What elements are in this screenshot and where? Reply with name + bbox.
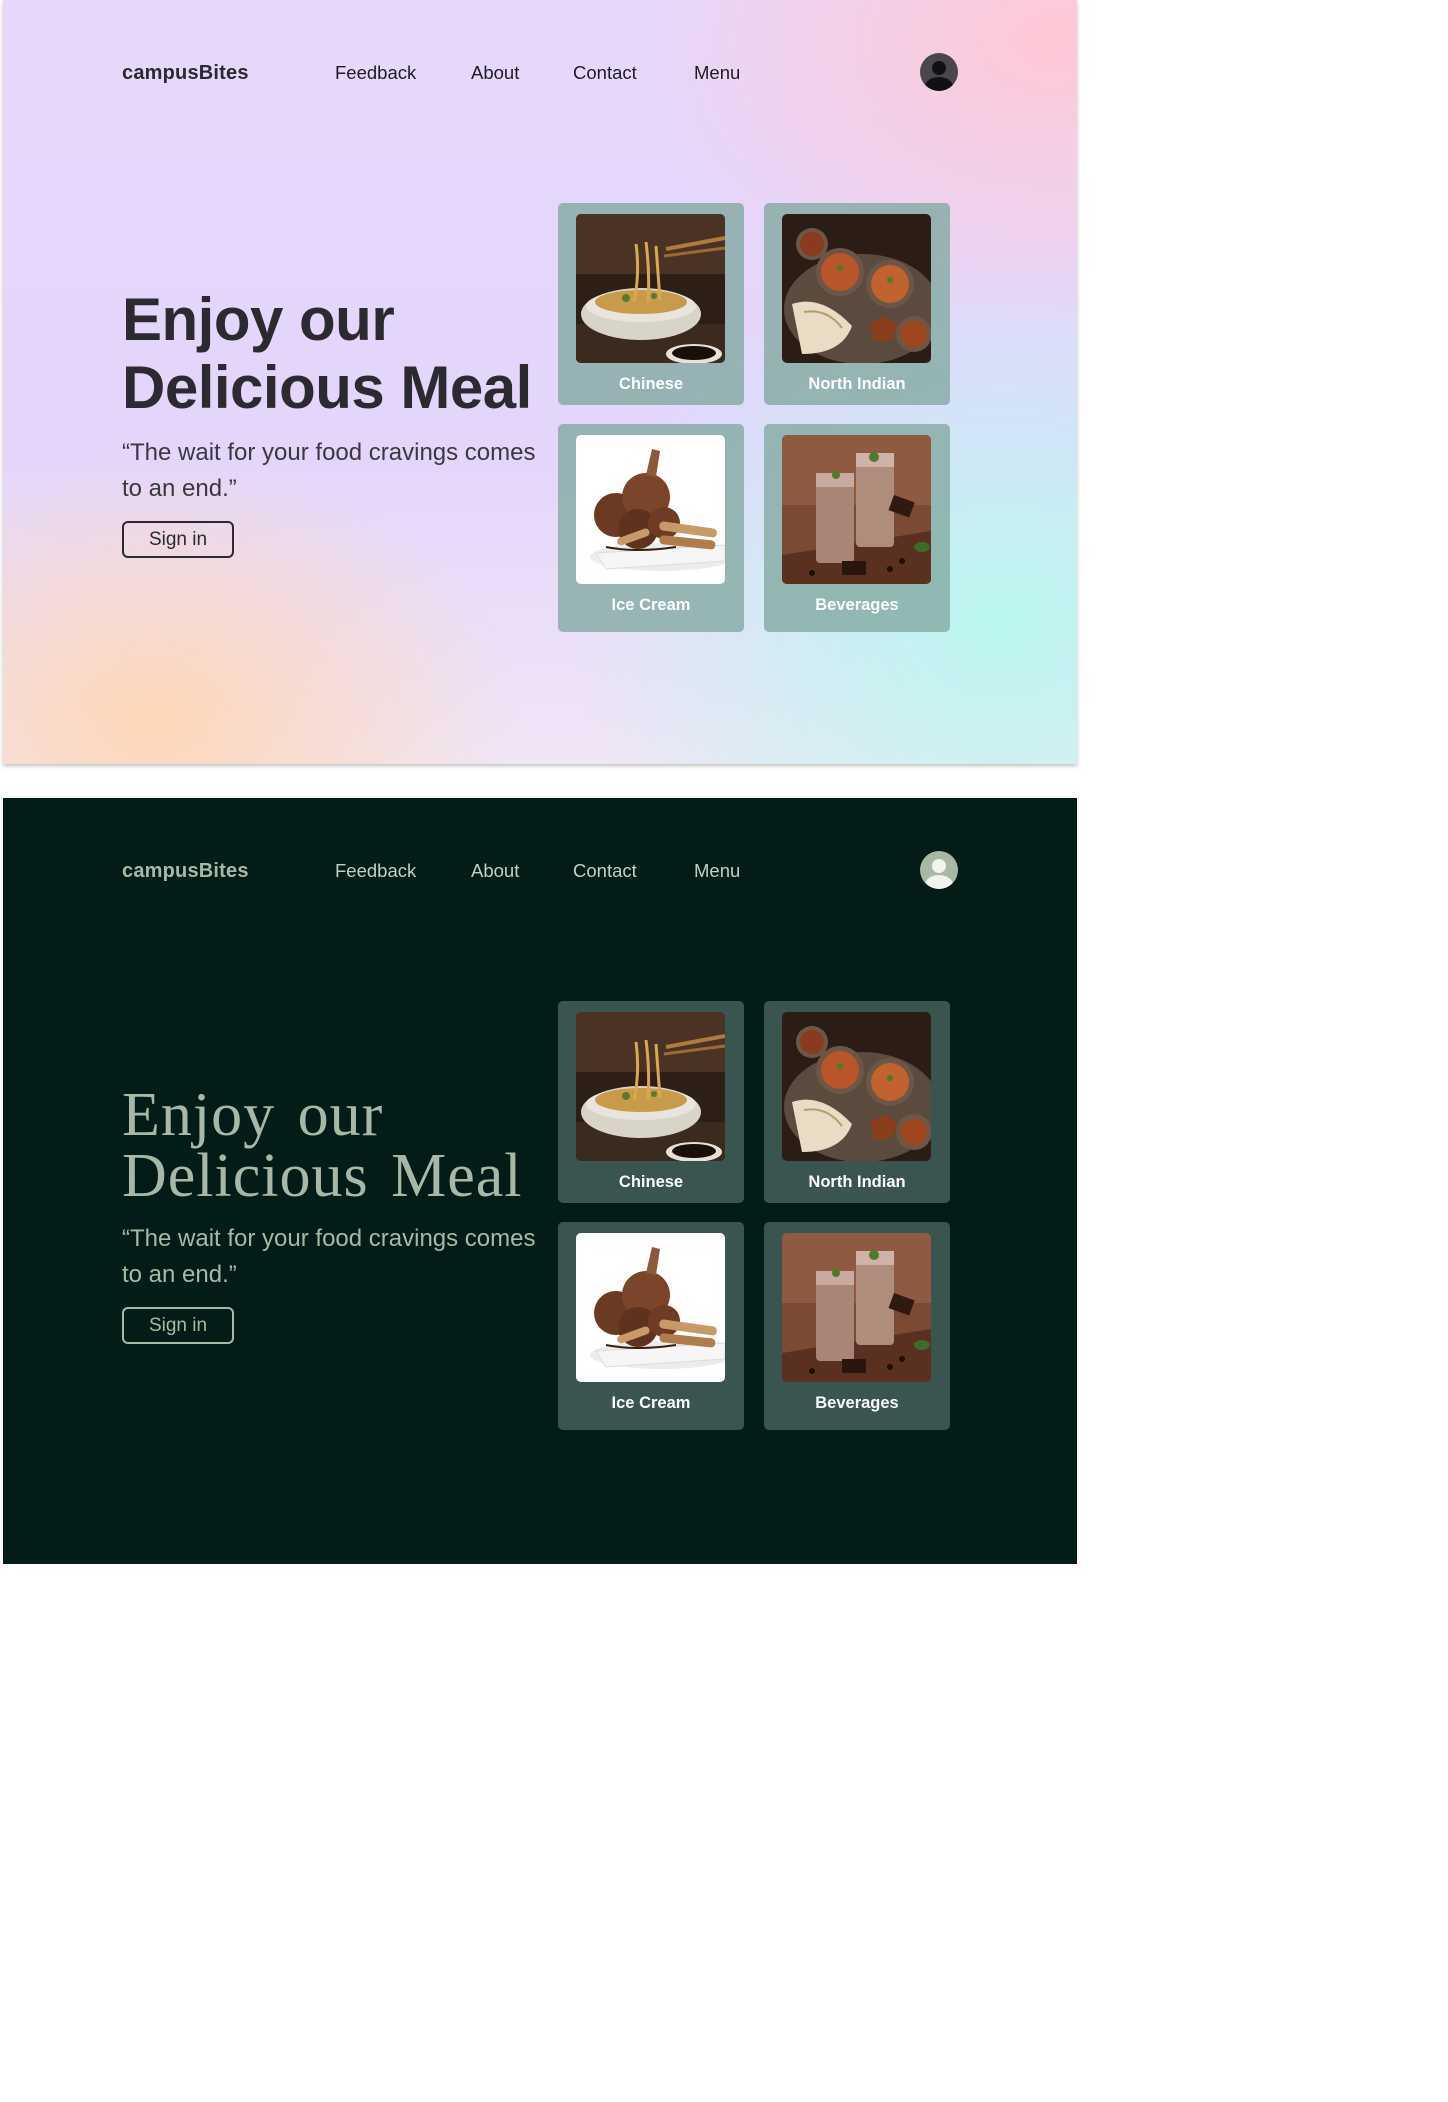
user-avatar-icon[interactable] (920, 851, 958, 889)
category-card-chinese[interactable]: Chinese (558, 1001, 744, 1203)
user-avatar-icon[interactable] (920, 53, 958, 91)
ice-cream-image (576, 1233, 725, 1382)
hero-title-line2: Delicious Meal (122, 354, 532, 421)
curry-image (782, 1012, 931, 1161)
category-card-north-indian[interactable]: North Indian (764, 203, 950, 405)
light-theme-screen: campusBites Feedback About Contact Menu … (3, 0, 1077, 764)
beverages-image (782, 435, 931, 584)
hero-title-line1: Enjoy our (122, 1081, 384, 1149)
category-label: Chinese (618, 1173, 684, 1191)
category-card-beverages[interactable]: Beverages (764, 1222, 950, 1430)
hero-tagline: “The wait for your food cravings comes t… (122, 439, 536, 502)
nav-menu[interactable]: Menu (694, 860, 740, 882)
category-card-chinese[interactable]: Chinese (558, 203, 744, 405)
category-card-ice-cream[interactable]: Ice Cream (558, 1222, 744, 1430)
category-label: North Indian (808, 375, 906, 393)
hero-tagline: “The wait for your food cravings comes t… (122, 1225, 536, 1288)
brand-logo[interactable]: campusBites (122, 860, 249, 883)
category-label: Ice Cream (611, 1394, 691, 1412)
nav-about[interactable]: About (471, 860, 519, 882)
category-card-ice-cream[interactable]: Ice Cream (558, 424, 744, 632)
ice-cream-image (576, 435, 725, 584)
hero-title: Enjoy our Delicious Meal (122, 1081, 523, 1210)
noodles-image (576, 214, 725, 363)
nav-feedback[interactable]: Feedback (335, 860, 416, 882)
dark-theme-screen: campusBites Feedback About Contact Menu … (3, 798, 1077, 1564)
curry-image (782, 214, 931, 363)
nav-feedback[interactable]: Feedback (335, 62, 416, 84)
nav-contact[interactable]: Contact (573, 62, 637, 84)
category-label: North Indian (808, 1173, 906, 1191)
nav-menu[interactable]: Menu (694, 62, 740, 84)
hero-title-line2: Delicious Meal (122, 1142, 523, 1210)
sign-in-button[interactable]: Sign in (122, 1307, 234, 1344)
noodles-image (576, 1012, 725, 1161)
category-card-north-indian[interactable]: North Indian (764, 1001, 950, 1203)
beverages-image (782, 1233, 931, 1382)
category-label: Beverages (815, 1394, 899, 1412)
category-card-beverages[interactable]: Beverages (764, 424, 950, 632)
brand-logo[interactable]: campusBites (122, 62, 249, 85)
hero-title: Enjoy our Delicious Meal (122, 290, 532, 426)
category-label: Beverages (815, 596, 899, 614)
hero-title-line1: Enjoy our (122, 286, 395, 353)
sign-in-button[interactable]: Sign in (122, 521, 234, 558)
nav-about[interactable]: About (471, 62, 519, 84)
category-label: Chinese (618, 375, 684, 393)
category-label: Ice Cream (611, 596, 691, 614)
nav-contact[interactable]: Contact (573, 860, 637, 882)
